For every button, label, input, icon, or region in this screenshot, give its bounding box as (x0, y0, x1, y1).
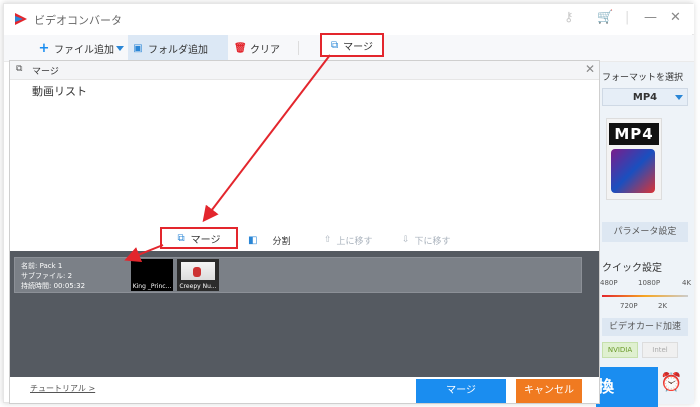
arrow-to-merge-action (202, 54, 331, 223)
arrow-to-merge-pack (124, 244, 164, 262)
annotation-arrows (124, 54, 331, 262)
